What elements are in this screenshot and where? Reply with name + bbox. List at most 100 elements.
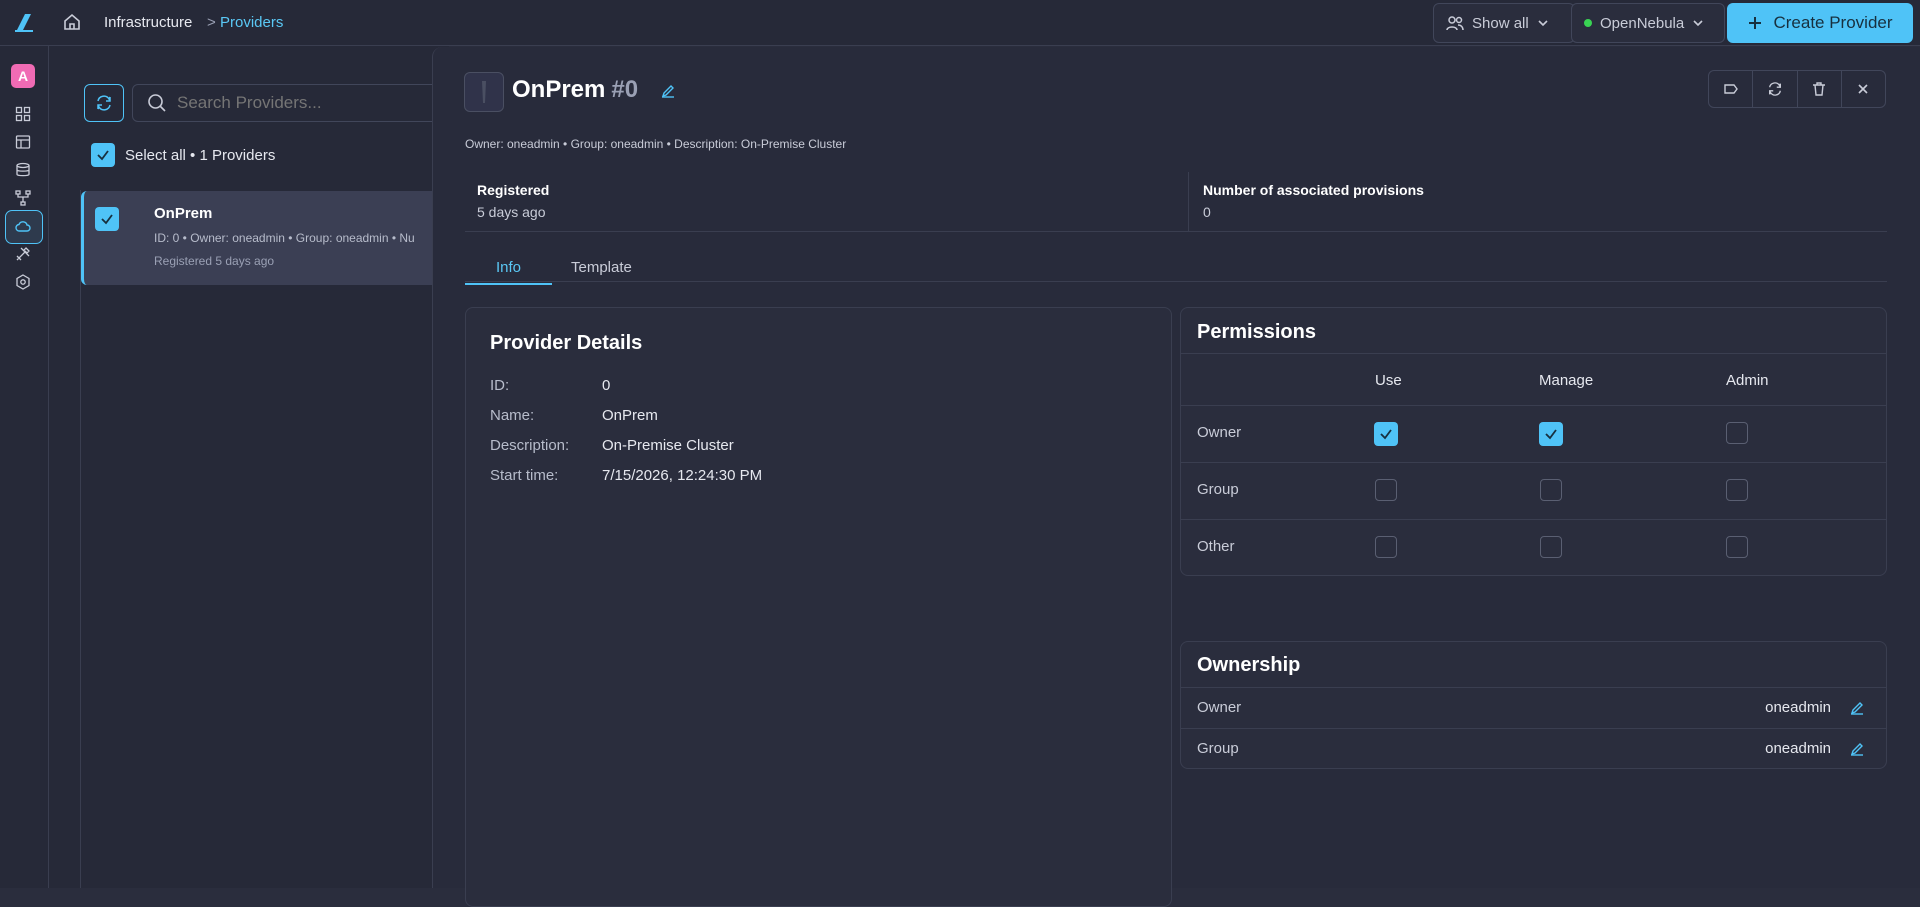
list-item[interactable]: OnPrem ID: 0 • Owner: oneadmin • Group: … — [81, 191, 461, 285]
check-icon — [101, 214, 113, 225]
perm-row-label: Other — [1197, 538, 1235, 555]
search-input[interactable] — [177, 93, 437, 113]
refresh-list-button[interactable] — [84, 84, 124, 122]
detail-value-name: OnPrem — [602, 407, 658, 424]
other-manage-checkbox[interactable] — [1540, 536, 1562, 558]
perm-row-other: Other — [1181, 520, 1886, 577]
check-icon — [1380, 429, 1392, 440]
detail-value-description: On-Premise Cluster — [602, 437, 734, 454]
group-admin-checkbox[interactable] — [1726, 479, 1748, 501]
owner-admin-checkbox[interactable] — [1726, 422, 1748, 444]
detail-label-description: Description: — [490, 437, 570, 454]
select-all[interactable]: Select all • 1 Providers — [91, 143, 275, 167]
perm-col-admin: Admin — [1726, 372, 1769, 389]
breadcrumb-providers: Providers — [220, 14, 284, 31]
label-button[interactable] — [1709, 71, 1754, 107]
stat-provisions: Number of associated provisions 0 — [1188, 172, 1438, 232]
stat-value: 5 days ago — [477, 204, 546, 220]
search-box[interactable] — [132, 84, 452, 122]
other-use-checkbox[interactable] — [1375, 536, 1397, 558]
chevron-down-icon — [1693, 20, 1703, 27]
close-icon — [1858, 84, 1868, 94]
stat-registered: Registered 5 days ago — [477, 182, 549, 220]
ownership-row-owner: Owner oneadmin — [1181, 687, 1886, 728]
list-divider — [80, 190, 81, 888]
provider-name: OnPrem — [512, 76, 606, 103]
tag-icon — [1723, 84, 1738, 94]
dashboard-icon[interactable] — [15, 106, 31, 122]
check-icon — [1545, 429, 1557, 440]
network-icon[interactable] — [15, 190, 31, 206]
plus-icon — [1749, 17, 1762, 29]
sidebar: A — [0, 46, 49, 888]
select-all-checkbox[interactable] — [91, 143, 115, 167]
perm-row-owner: Owner — [1181, 406, 1886, 463]
zone-label: OpenNebula — [1600, 14, 1685, 32]
tab-template[interactable]: Template — [571, 259, 632, 276]
permissions-header: Use Manage Admin — [1181, 353, 1886, 406]
settings-icon[interactable] — [15, 274, 31, 290]
users-icon — [1446, 16, 1464, 31]
provider-id: #0 — [611, 76, 639, 103]
ownership-panel: Ownership Owner oneadmin Group oneadmin — [1180, 641, 1887, 769]
provider-details-title: Provider Details — [490, 332, 643, 354]
other-admin-checkbox[interactable] — [1726, 536, 1748, 558]
owner-use-checkbox[interactable] — [1374, 422, 1398, 446]
stats-row: Registered 5 days ago Number of associat… — [465, 172, 1887, 232]
tab-info[interactable]: Info — [464, 259, 553, 285]
edit-owner-icon[interactable] — [1850, 701, 1864, 715]
chevron-down-icon — [1538, 20, 1548, 27]
ownership-label: Group — [1197, 740, 1239, 757]
permissions-title: Permissions — [1197, 321, 1316, 343]
search-icon — [148, 94, 166, 112]
avatar[interactable]: A — [11, 64, 35, 88]
provider-meta: Owner: oneadmin • Group: oneadmin • Desc… — [465, 137, 847, 151]
perm-row-label: Group — [1197, 481, 1239, 498]
ownership-label: Owner — [1197, 699, 1242, 716]
cloud-icon[interactable] — [15, 218, 31, 234]
storage-icon[interactable] — [15, 162, 31, 178]
list-item-checkbox[interactable] — [95, 207, 119, 231]
provider-list-panel — [49, 46, 449, 888]
trash-icon — [1813, 82, 1826, 96]
ownership-value: oneadmin — [1765, 699, 1831, 716]
ownership-value: oneadmin — [1765, 740, 1831, 757]
breadcrumb-separator: > — [207, 14, 216, 31]
perm-row-group: Group — [1181, 463, 1886, 520]
perm-col-manage: Manage — [1539, 372, 1594, 389]
list-item-name: OnPrem — [154, 205, 213, 222]
provider-thumbnail — [464, 72, 504, 112]
close-button[interactable] — [1842, 71, 1885, 107]
detail-label-start-time: Start time: — [490, 467, 559, 484]
home-icon[interactable] — [62, 12, 82, 32]
list-item-registered: Registered 5 days ago — [154, 254, 275, 268]
opennebula-logo-icon[interactable] — [12, 10, 36, 34]
create-provider-button[interactable]: Create Provider — [1727, 3, 1913, 43]
edit-group-icon[interactable] — [1850, 742, 1864, 756]
zone-dropdown[interactable]: OpenNebula — [1571, 3, 1725, 43]
perm-col-use: Use — [1375, 372, 1402, 389]
tools-icon[interactable] — [15, 246, 31, 262]
detail-actions — [1708, 70, 1886, 108]
show-all-dropdown[interactable]: Show all — [1433, 3, 1575, 43]
page-title: OnPrem #0 — [512, 76, 638, 104]
refresh-icon — [97, 95, 111, 111]
show-all-label: Show all — [1472, 14, 1529, 32]
create-provider-label: Create Provider — [1773, 13, 1893, 32]
top-bar: Infrastructure > Providers Show all Open… — [0, 0, 1920, 46]
ownership-title: Ownership — [1197, 654, 1301, 676]
breadcrumb-infrastructure[interactable]: Infrastructure — [104, 14, 192, 31]
perm-row-label: Owner — [1197, 424, 1242, 441]
select-all-label: Select all • 1 Providers — [125, 146, 276, 164]
delete-button[interactable] — [1798, 71, 1842, 107]
stat-value: 0 — [1203, 204, 1211, 220]
owner-manage-checkbox[interactable] — [1539, 422, 1563, 446]
stat-label: Number of associated provisions — [1203, 182, 1424, 198]
refresh-detail-button[interactable] — [1753, 71, 1798, 107]
edit-name-icon[interactable] — [661, 84, 675, 98]
templates-icon[interactable] — [15, 134, 31, 150]
provider-details-panel: Provider Details ID: 0 Name: OnPrem Desc… — [465, 307, 1172, 907]
group-use-checkbox[interactable] — [1375, 479, 1397, 501]
provider-logo-icon — [482, 81, 486, 103]
group-manage-checkbox[interactable] — [1540, 479, 1562, 501]
